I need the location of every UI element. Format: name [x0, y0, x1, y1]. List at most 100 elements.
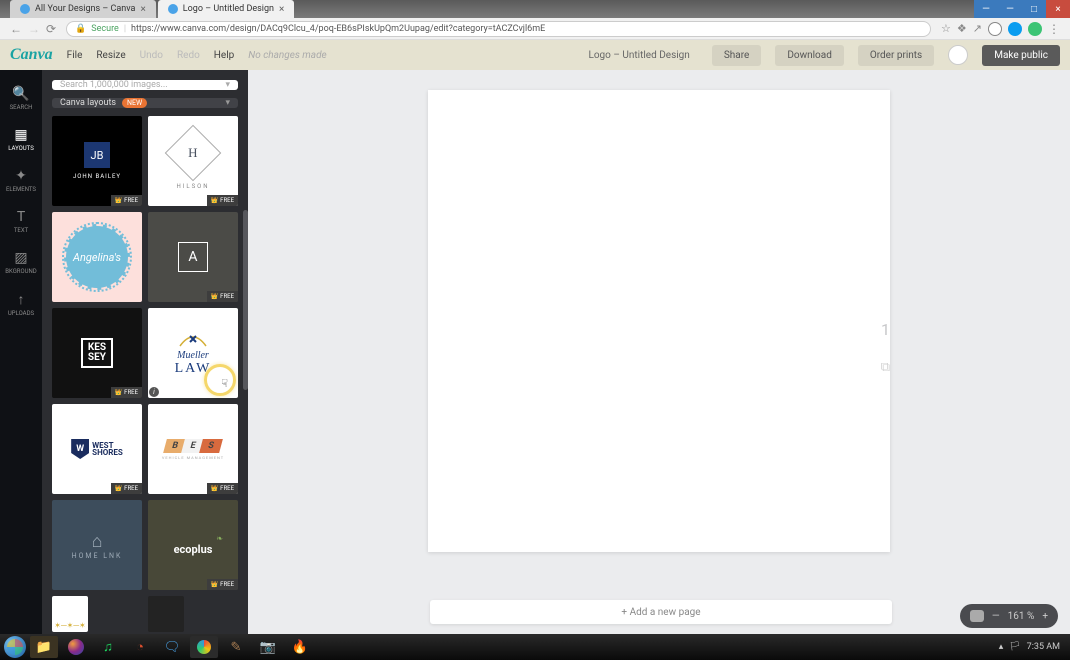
- template-a[interactable]: A 👑FREE: [148, 212, 238, 302]
- chevron-down-icon: ▾: [225, 98, 230, 108]
- elements-icon: ✦: [15, 168, 27, 184]
- help-bubble-icon[interactable]: [970, 610, 984, 622]
- tray-icon[interactable]: 🏳: [1009, 642, 1020, 652]
- copy-page-button[interactable]: ⧉: [881, 360, 890, 375]
- template-angelina[interactable]: Angelina's: [52, 212, 142, 302]
- help-menu[interactable]: Help: [214, 50, 234, 61]
- extension-icon[interactable]: [1008, 22, 1022, 36]
- taskbar-app[interactable]: [62, 636, 90, 658]
- order-prints-button[interactable]: Order prints: [858, 45, 934, 66]
- favicon: [168, 4, 178, 14]
- free-badge: 👑FREE: [207, 195, 238, 206]
- taskbar-app[interactable]: 🔥: [286, 636, 314, 658]
- zoom-out-button[interactable]: —: [992, 611, 1000, 622]
- template-text: VEHICLE MANAGEMENT: [162, 455, 224, 460]
- window-close-button[interactable]: ×: [1046, 0, 1070, 18]
- browser-tab-2[interactable]: Logo – Untitled Design ×: [158, 0, 295, 18]
- nav-background[interactable]: ▨ BKGROUND: [0, 242, 42, 283]
- template-john-bailey[interactable]: JB JOHN BAILEY 👑FREE: [52, 116, 142, 206]
- tray-expand-icon[interactable]: ▴: [999, 642, 1004, 652]
- template-hilson[interactable]: H HILSON 👑FREE: [148, 116, 238, 206]
- zoom-value[interactable]: 161 %: [1008, 611, 1035, 622]
- page-controls: ⧉: [881, 360, 890, 375]
- nav-uploads[interactable]: ↑ UPLOADS: [0, 283, 42, 325]
- url-field[interactable]: 🔒 Secure | https://www.canva.com/design/…: [66, 21, 931, 37]
- workspace: 🔍 SEARCH ▦ LAYOUTS ✦ ELEMENTS T TEXT ▨ B…: [0, 70, 1070, 634]
- nav-label: TEXT: [14, 227, 28, 234]
- document-name[interactable]: Logo – Untitled Design: [588, 50, 689, 61]
- make-public-button[interactable]: Make public: [982, 45, 1060, 66]
- design-canvas[interactable]: [428, 90, 890, 552]
- browser-menu-button[interactable]: ⋮: [1048, 22, 1060, 36]
- template-bes[interactable]: B E S VEHICLE MANAGEMENT 👑FREE: [148, 404, 238, 494]
- nav-elements[interactable]: ✦ ELEMENTS: [0, 160, 42, 201]
- browser-tab-1[interactable]: All Your Designs – Canva ×: [10, 0, 156, 18]
- redo-button[interactable]: Redo: [177, 50, 200, 61]
- taskbar-app[interactable]: ✎: [222, 636, 250, 658]
- info-icon[interactable]: i: [149, 387, 159, 397]
- template-text: A: [188, 249, 197, 265]
- undo-button[interactable]: Undo: [140, 50, 163, 61]
- extension-icon[interactable]: ↗: [973, 22, 982, 35]
- share-button[interactable]: Share: [712, 45, 761, 66]
- back-button[interactable]: ←: [10, 22, 22, 36]
- taskbar-app[interactable]: 📷: [254, 636, 282, 658]
- user-avatar[interactable]: [948, 45, 968, 65]
- window-minimize-button[interactable]: —: [974, 0, 998, 18]
- template-homelink[interactable]: ⌂ HOME LNK: [52, 500, 142, 590]
- star-icon[interactable]: ☆: [941, 22, 951, 35]
- template-item[interactable]: [148, 596, 184, 632]
- taskbar-app[interactable]: ♫: [94, 636, 122, 658]
- canva-logo[interactable]: Canva: [10, 46, 53, 64]
- nav-text[interactable]: T TEXT: [0, 201, 42, 242]
- reload-button[interactable]: ⟳: [46, 22, 56, 36]
- search-input[interactable]: Search 1,000,000 images... ▾: [52, 80, 238, 90]
- add-page-label: + Add a new page: [621, 607, 700, 618]
- download-button[interactable]: Download: [775, 45, 844, 66]
- forward-button[interactable]: →: [28, 22, 40, 36]
- window-maximize-button[interactable]: □: [1022, 0, 1046, 18]
- crown-icon: 👑: [211, 197, 218, 204]
- tab-title: Logo – Untitled Design: [183, 4, 274, 14]
- layouts-label: Canva layouts: [60, 98, 116, 108]
- template-west-shores[interactable]: W WEST SHORES 👑FREE: [52, 404, 142, 494]
- layouts-dropdown[interactable]: Canva layouts NEW ▾: [52, 98, 238, 108]
- zoom-in-button[interactable]: +: [1042, 611, 1048, 622]
- close-icon[interactable]: ×: [279, 4, 284, 15]
- close-icon[interactable]: ×: [140, 4, 145, 15]
- resize-menu[interactable]: Resize: [96, 50, 125, 61]
- template-ecoplus[interactable]: ❧ ecoplus 👑FREE: [148, 500, 238, 590]
- template-text: JB: [91, 149, 104, 162]
- toolbar-extensions: ☆ ❖ ↗ ⋮: [941, 22, 1060, 36]
- taskbar-app[interactable]: ◔: [126, 636, 154, 658]
- tab-title: All Your Designs – Canva: [35, 4, 135, 14]
- taskbar-app[interactable]: 📁: [30, 636, 58, 658]
- layouts-icon: ▦: [14, 127, 27, 143]
- template-kessey[interactable]: KES SEY 👑FREE: [52, 308, 142, 398]
- template-mueller-law[interactable]: Mueller LAW ☟ i: [148, 308, 238, 398]
- clock[interactable]: 7:35 AM: [1027, 643, 1060, 652]
- file-menu[interactable]: File: [67, 50, 83, 61]
- free-badge: 👑FREE: [111, 195, 142, 206]
- extension-icon[interactable]: [988, 22, 1002, 36]
- window-controls: — — □ ×: [974, 0, 1070, 18]
- start-button[interactable]: [4, 636, 26, 658]
- nav-search[interactable]: 🔍 SEARCH: [0, 78, 42, 119]
- free-badge: 👑FREE: [111, 387, 142, 398]
- template-text: B: [171, 441, 179, 451]
- extension-icon[interactable]: [1028, 22, 1042, 36]
- house-icon: ⌂: [92, 531, 103, 552]
- template-text: E: [189, 441, 197, 451]
- crown-icon: 👑: [115, 197, 122, 204]
- template-text: H: [188, 144, 197, 160]
- window-restore-button[interactable]: —: [998, 0, 1022, 18]
- taskbar-app[interactable]: 🗨: [158, 636, 186, 658]
- canvas-area[interactable]: 1 ⧉ + Add a new page: [248, 70, 1070, 634]
- template-text: W: [76, 444, 84, 454]
- nav-layouts[interactable]: ▦ LAYOUTS: [0, 119, 42, 160]
- add-page-button[interactable]: + Add a new page: [430, 600, 892, 624]
- extension-icon[interactable]: ❖: [957, 22, 967, 35]
- taskbar-app[interactable]: [190, 636, 218, 658]
- template-text: SHORES: [92, 448, 123, 457]
- template-item[interactable]: ✶─✶─✶: [52, 596, 88, 632]
